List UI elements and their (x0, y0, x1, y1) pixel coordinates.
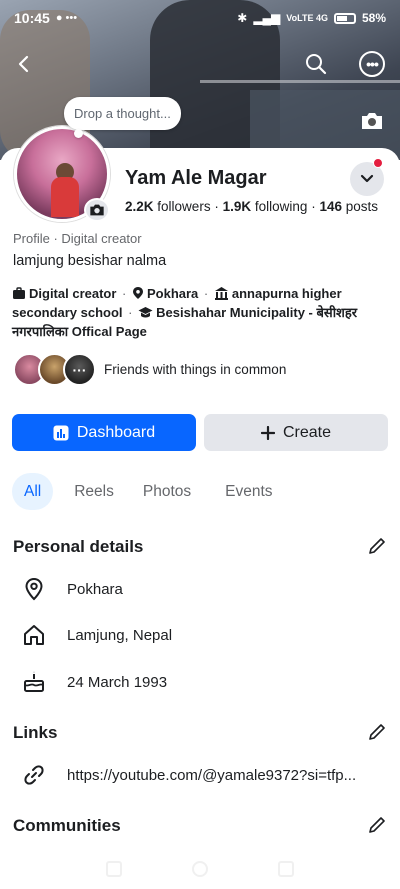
link-row-youtube[interactable]: https://youtube.com/@yamale9372?si=tfp..… (20, 761, 356, 789)
detail-birthday-text: 24 March 1993 (67, 673, 168, 691)
search-icon (306, 54, 327, 75)
camera-icon (90, 204, 104, 216)
posts-count: 146 (319, 199, 342, 214)
tab-all[interactable]: All (12, 473, 54, 510)
battery-icon (333, 12, 356, 24)
home-button-icon[interactable] (192, 860, 208, 877)
edit-personal-details-button[interactable] (366, 535, 388, 557)
intro-separator: · (118, 286, 130, 301)
more-friends-avatar: ··· (63, 353, 96, 386)
detail-row-hometown: Lamjung, Nepal (20, 621, 172, 649)
search-button[interactable] (300, 48, 332, 80)
intro-separator: · (124, 305, 137, 320)
chevron-down-icon (360, 174, 374, 183)
following-count[interactable]: 1.9K (223, 199, 252, 214)
briefcase-icon (12, 287, 26, 304)
status-bar: 10:45 ● ••• ✱ ▂▄▆ VoLTE 4G 58% (0, 0, 400, 36)
signal-icon: ▂▄▆ (253, 11, 281, 25)
link-youtube-text[interactable]: https://youtube.com/@yamale9372?si=tfp..… (67, 767, 356, 784)
back-nav-icon[interactable] (278, 860, 294, 877)
graduation-cap-icon (138, 306, 153, 323)
intro-work: Digital creator (29, 286, 117, 301)
recents-icon[interactable] (106, 860, 122, 877)
cover-photo-rail (200, 80, 400, 83)
intro-details: Digital creator · Pokhara · annapurna hi… (12, 285, 388, 340)
detail-row-location: Pokhara (20, 575, 123, 603)
tab-events[interactable]: Events (225, 473, 272, 510)
detail-row-birthday: 24 March 1993 (20, 668, 167, 696)
more-icon: ••• (359, 51, 385, 77)
stats-separator: · (214, 199, 223, 214)
followers-count[interactable]: 2.2K (125, 199, 154, 214)
location-pin-icon (132, 286, 144, 304)
link-icon (20, 761, 48, 789)
profile-bio: lamjung besishar nalma (13, 253, 167, 269)
bar-chart-icon (53, 425, 69, 440)
dashboard-label: Dashboard (76, 423, 156, 441)
edit-cover-button[interactable] (357, 108, 387, 134)
system-navigation-bar (0, 848, 400, 889)
status-time: 10:45 (14, 10, 50, 26)
battery-percent: 58% (361, 11, 386, 25)
following-label[interactable]: following (255, 199, 308, 214)
network-type: VoLTE 4G (286, 13, 328, 23)
more-options-button[interactable]: ••• (356, 48, 388, 80)
notification-dot (373, 158, 383, 168)
school-icon (214, 286, 229, 304)
profile-category: Profile · Digital creator (13, 231, 142, 246)
pencil-icon (369, 724, 385, 740)
plus-icon (260, 425, 275, 440)
bluetooth-icon: ✱ (237, 11, 248, 25)
profile-name: Yam Ale Magar (125, 167, 267, 189)
posts-label: posts (345, 199, 379, 214)
notification-icons: ● ••• (55, 12, 78, 24)
edit-avatar-button[interactable] (84, 198, 110, 222)
pencil-icon (369, 538, 385, 554)
edit-communities-button[interactable] (366, 814, 388, 836)
dashboard-button[interactable]: Dashboard (12, 414, 196, 451)
profile-tabs: All Reels Photos Events (12, 473, 273, 510)
personal-details-title: Personal details (13, 537, 144, 556)
create-button[interactable]: Create (204, 414, 388, 451)
home-icon (20, 621, 48, 649)
location-pin-icon (20, 575, 48, 603)
detail-location-text: Pokhara (67, 580, 123, 598)
followers-label[interactable]: followers (157, 199, 210, 214)
edit-links-button[interactable] (366, 721, 388, 743)
tab-reels[interactable]: Reels (74, 473, 114, 510)
birthday-cake-icon (20, 668, 48, 696)
communities-title: Communities (13, 816, 121, 835)
links-title: Links (13, 723, 58, 742)
avatar-person-body (51, 177, 79, 217)
tab-photos[interactable]: Photos (143, 473, 191, 510)
chevron-left-icon (18, 55, 29, 73)
create-label: Create (282, 423, 332, 441)
camera-icon (362, 113, 382, 129)
intro-separator: · (200, 286, 212, 301)
mutual-friends-row[interactable]: ··· Friends with things in common (13, 353, 286, 386)
pencil-icon (369, 817, 385, 833)
thought-bubble[interactable]: Drop a thought... (64, 97, 181, 138)
friends-label: Friends with things in common (104, 362, 287, 377)
back-button[interactable] (8, 48, 40, 80)
profile-stats: 2.2K followers · 1.9K following · 146 po… (125, 199, 378, 214)
intro-location: Pokhara (146, 286, 199, 301)
detail-hometown-text: Lamjung, Nepal (67, 626, 173, 644)
